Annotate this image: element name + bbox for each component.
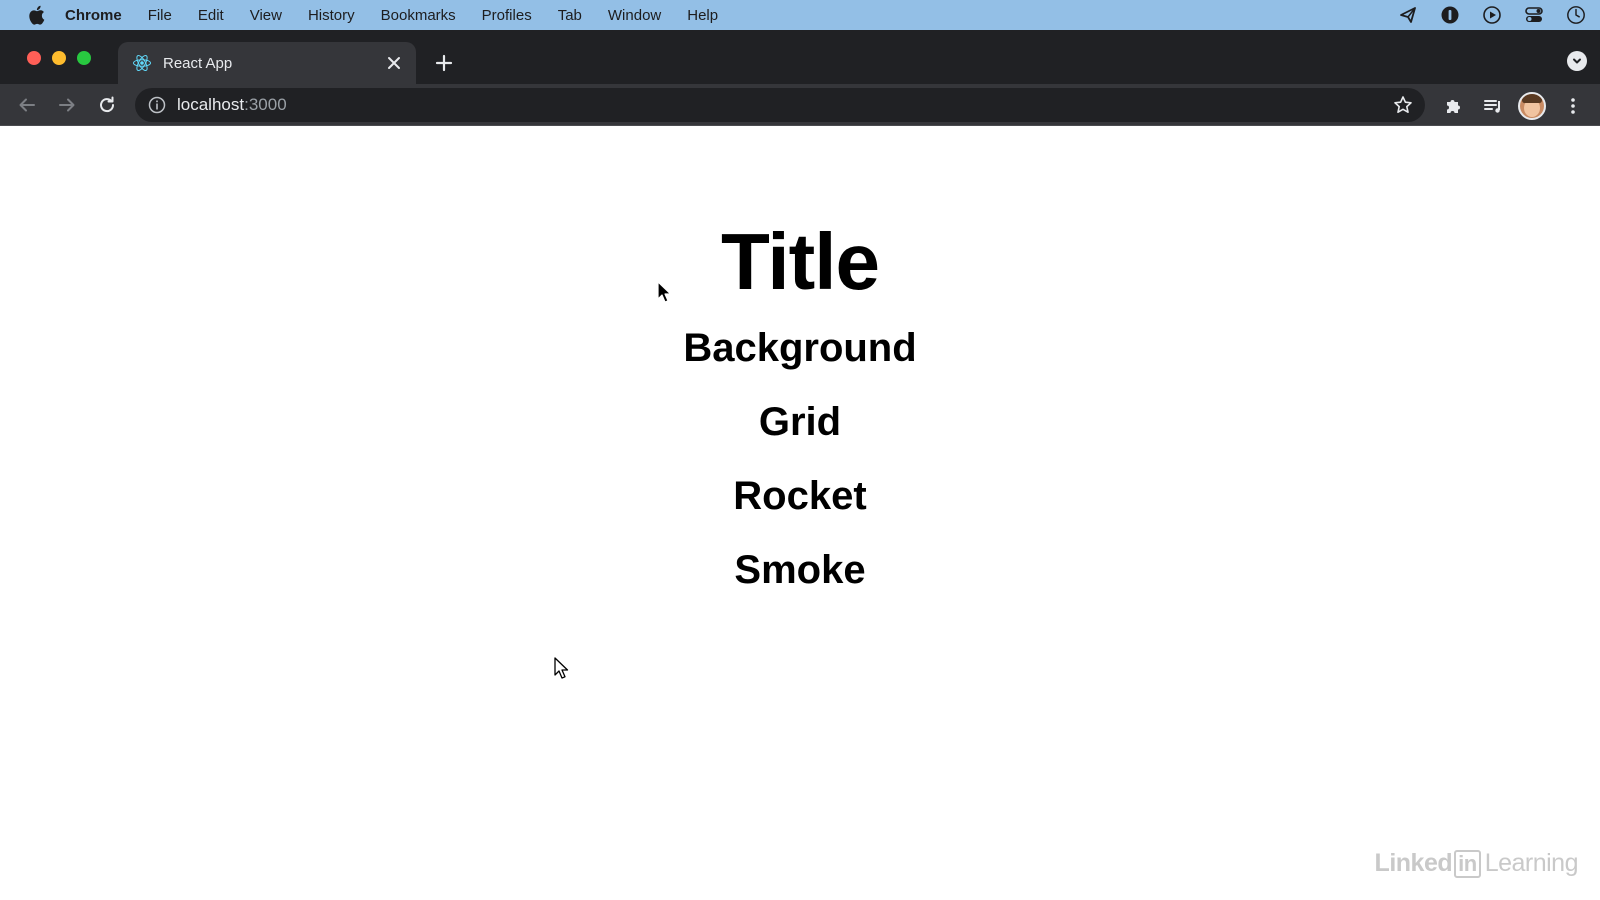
menu-profiles[interactable]: Profiles (482, 7, 532, 24)
clock-icon[interactable] (1566, 5, 1586, 25)
page-viewport: Title Background Grid Rocket Smoke (0, 127, 1600, 900)
browser-toolbar: localhost:3000 (0, 84, 1600, 126)
url-port: :3000 (244, 95, 287, 114)
menu-tab[interactable]: Tab (558, 7, 582, 24)
menu-app-chrome[interactable]: Chrome (65, 7, 122, 24)
mouse-cursor-outline-icon (554, 657, 570, 681)
menu-bookmarks[interactable]: Bookmarks (381, 7, 456, 24)
zoom-window-button[interactable] (77, 51, 91, 65)
menu-bar-status-area (1398, 0, 1586, 30)
link-grid[interactable]: Grid (0, 399, 1600, 473)
page-link-list: Background Grid Rocket Smoke (0, 325, 1600, 621)
avatar-hair (1522, 94, 1542, 103)
macos-menu-bar: Chrome File Edit View History Bookmarks … (0, 0, 1600, 30)
mouse-cursor-icon (657, 281, 673, 305)
media-control-icon[interactable] (1482, 95, 1504, 117)
forward-arrow-icon[interactable] (55, 93, 79, 117)
watermark-learning: Learning (1484, 849, 1579, 877)
link-smoke[interactable]: Smoke (0, 547, 1600, 621)
browser-window: React App localhost:3000 Title Backgroun… (0, 30, 1600, 900)
address-bar[interactable]: localhost:3000 (135, 88, 1425, 122)
menu-file[interactable]: File (148, 7, 172, 24)
react-logo-icon (132, 53, 152, 73)
tab-strip: React App (0, 30, 1600, 84)
profile-avatar[interactable] (1518, 92, 1546, 120)
linkedin-learning-watermark: Linked in Learning (1374, 849, 1579, 878)
tab-react-app[interactable]: React App (118, 42, 416, 84)
url-host: localhost (177, 95, 245, 114)
control-center-icon[interactable] (1524, 5, 1544, 25)
page-title: Title (720, 217, 880, 306)
link-background[interactable]: Background (0, 325, 1600, 399)
close-window-button[interactable] (27, 51, 41, 65)
password-manager-icon[interactable] (1440, 5, 1460, 25)
extensions-puzzle-icon[interactable] (1442, 95, 1464, 117)
minimize-window-button[interactable] (52, 51, 66, 65)
menu-window[interactable]: Window (608, 7, 661, 24)
watermark-linked: Linked (1374, 849, 1453, 877)
tab-title: React App (163, 54, 233, 72)
play-circle-icon[interactable] (1482, 5, 1502, 25)
tab-search-icon[interactable] (1567, 51, 1587, 71)
watermark-in: in (1454, 849, 1481, 878)
more-menu-icon[interactable] (1562, 95, 1584, 117)
back-arrow-icon[interactable] (15, 93, 39, 117)
menu-help[interactable]: Help (687, 7, 718, 24)
send-icon[interactable] (1398, 5, 1418, 25)
apple-menu-icon[interactable] (25, 4, 47, 26)
new-tab-button[interactable] (431, 50, 457, 76)
menu-edit[interactable]: Edit (198, 7, 224, 24)
menu-history[interactable]: History (308, 7, 355, 24)
link-rocket[interactable]: Rocket (0, 473, 1600, 547)
bookmark-star-icon[interactable] (1393, 95, 1413, 115)
reload-icon[interactable] (95, 93, 119, 117)
site-info-icon[interactable] (147, 95, 167, 115)
menu-view[interactable]: View (250, 7, 282, 24)
close-tab-icon[interactable] (382, 51, 406, 75)
url-text[interactable]: localhost:3000 (177, 95, 287, 115)
